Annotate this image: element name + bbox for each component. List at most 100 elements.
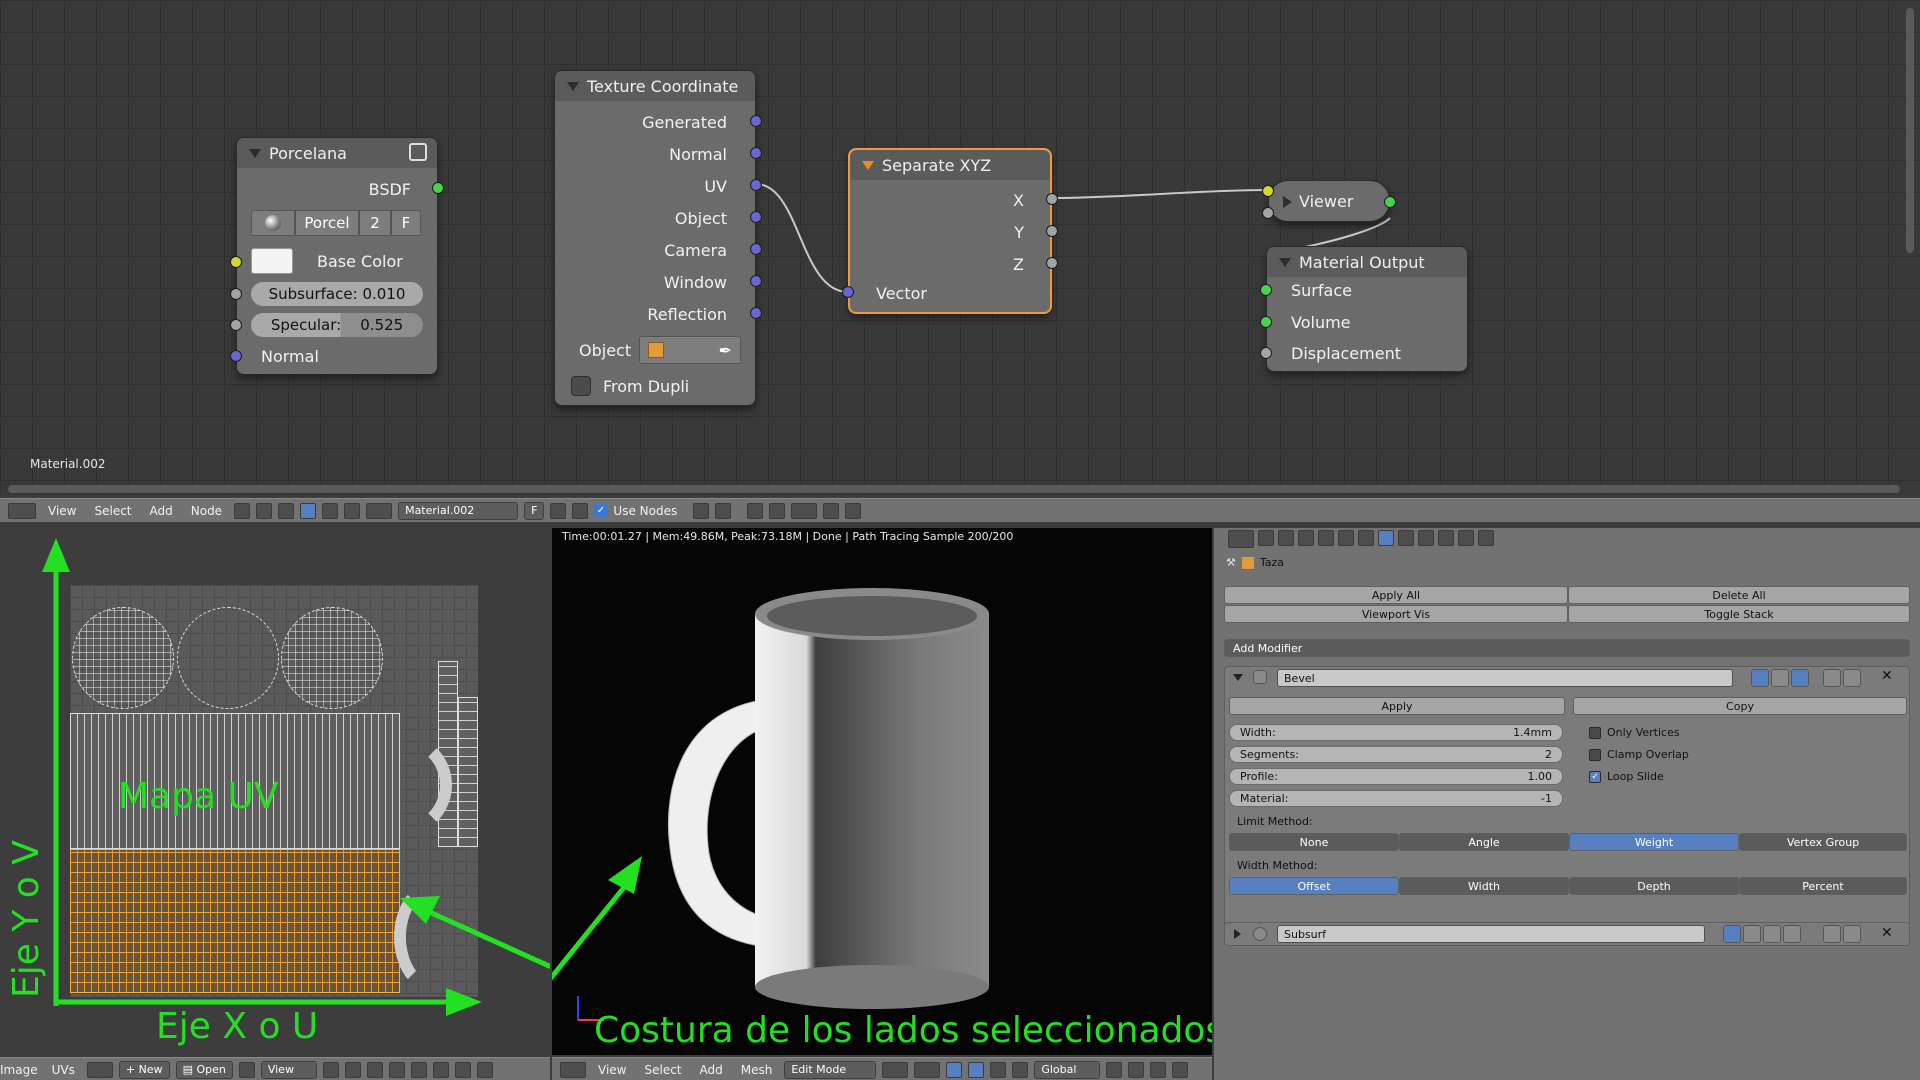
limit-none-button[interactable]: None — [1229, 833, 1399, 851]
editmode-toggle-icon[interactable] — [1791, 669, 1809, 687]
viewport-toggle-icon[interactable] — [1743, 925, 1761, 943]
uv-image-editor[interactable]: Mapa UV Eje Y o V Eje X o U — [0, 528, 550, 1055]
limit-angle-button[interactable]: Angle — [1399, 833, 1569, 851]
z-socket[interactable] — [1046, 257, 1058, 269]
sticky-mode-icon[interactable] — [432, 1061, 449, 1078]
horizontal-scrollbar[interactable] — [8, 485, 1900, 493]
material-slot-icon[interactable] — [366, 502, 393, 519]
vector-input-socket[interactable] — [842, 286, 854, 298]
face-select-icon[interactable] — [410, 1061, 427, 1078]
viewport-toggle-icon[interactable] — [1771, 669, 1789, 687]
cage-toggle-icon[interactable] — [1783, 925, 1801, 943]
profile-slider[interactable]: Profile: 1.00 — [1229, 768, 1563, 785]
line-style-icon[interactable] — [344, 502, 361, 519]
modifiers-tab-icon[interactable] — [1378, 530, 1394, 546]
texture-nodes-icon[interactable] — [278, 502, 295, 519]
properties-editor[interactable]: ⚒ Taza Apply All Delete All Viewport Vis… — [1214, 528, 1920, 1080]
material-users-count[interactable]: 2 — [359, 210, 391, 236]
paste-nodes-icon[interactable] — [845, 502, 862, 519]
3d-viewport-rendered[interactable]: Time:00:01.27 | Mem:49.86M, Peak:73.18M … — [552, 528, 1212, 1055]
fake-user-toggle[interactable]: F — [524, 501, 545, 520]
manipulator-icon[interactable] — [946, 1061, 963, 1078]
material-datablock[interactable]: Porcel 2 F — [251, 210, 425, 236]
open-image-button[interactable]: ▤ Open — [175, 1060, 233, 1079]
width-percent-button[interactable]: Percent — [1739, 877, 1907, 895]
surface-input-socket[interactable] — [1260, 284, 1272, 296]
displacement-input-socket[interactable] — [1260, 347, 1272, 359]
viewport-vis-button[interactable]: Viewport Vis — [1224, 605, 1568, 623]
object-socket[interactable] — [750, 211, 762, 223]
collapse-triangle-icon[interactable] — [249, 148, 261, 158]
remove-modifier-icon[interactable]: ✕ — [1881, 925, 1893, 941]
delete-all-button[interactable]: Delete All — [1568, 586, 1910, 604]
collapse-triangle-icon[interactable] — [1279, 257, 1291, 267]
bevel-name-field[interactable]: Bevel — [1277, 669, 1733, 687]
menu-select[interactable]: Select — [638, 1063, 687, 1077]
texture-tab-icon[interactable] — [1438, 530, 1454, 546]
reflection-socket[interactable] — [750, 307, 762, 319]
material-slider[interactable]: Material: -1 — [1229, 790, 1563, 807]
proportional-edit-icon[interactable] — [454, 1061, 471, 1078]
viewer-input-socket-2[interactable] — [1262, 207, 1274, 219]
sync-selection-icon[interactable] — [344, 1061, 361, 1078]
render-layers-tab-icon[interactable] — [1278, 530, 1294, 546]
snap-icon[interactable] — [693, 502, 710, 519]
editor-type-icon[interactable] — [1228, 530, 1254, 548]
menu-uvs[interactable]: UVs — [46, 1063, 81, 1077]
world-shader-icon[interactable] — [322, 502, 339, 519]
limit-vertex-group-button[interactable]: Vertex Group — [1739, 833, 1907, 851]
physics-tab-icon[interactable] — [1478, 530, 1494, 546]
use-nodes-checkbox[interactable]: ✓ — [594, 504, 608, 517]
menu-mesh[interactable]: Mesh — [735, 1063, 779, 1077]
editmode-toggle-icon[interactable] — [1763, 925, 1781, 943]
normal-socket[interactable] — [230, 350, 242, 362]
node-header[interactable]: Material Output — [1267, 247, 1467, 277]
new-image-button[interactable]: + New — [118, 1060, 170, 1079]
base-color-socket[interactable] — [230, 256, 242, 268]
menu-image[interactable]: Image — [0, 1063, 40, 1077]
volume-input-socket[interactable] — [1260, 316, 1272, 328]
node-header[interactable]: Porcelana — [237, 138, 437, 168]
material-name-field[interactable]: Porcel — [295, 210, 359, 236]
width-slider[interactable]: Width: 1.4mm — [1229, 724, 1563, 741]
pin-icon[interactable] — [238, 1061, 255, 1078]
checkbox-box[interactable] — [1589, 726, 1601, 739]
move-down-icon[interactable] — [1843, 669, 1861, 687]
specular-socket[interactable] — [230, 319, 242, 331]
pin-icon[interactable] — [715, 502, 732, 519]
width-width-button[interactable]: Width — [1399, 877, 1569, 895]
remove-modifier-icon[interactable]: ✕ — [1881, 668, 1893, 684]
backdrop-icon[interactable] — [747, 502, 764, 519]
menu-add[interactable]: Add — [694, 1063, 729, 1077]
node-header[interactable]: Texture Coordinate — [555, 71, 755, 101]
move-up-icon[interactable] — [1823, 925, 1841, 943]
translate-icon[interactable] — [968, 1061, 985, 1078]
base-color-swatch[interactable] — [251, 248, 293, 274]
view-mode-dropdown[interactable]: View — [260, 1060, 317, 1079]
pin-icon[interactable]: ⚒ — [1226, 556, 1236, 569]
constraints-tab-icon[interactable] — [1358, 530, 1374, 546]
move-up-icon[interactable] — [1823, 669, 1841, 687]
add-material-icon[interactable] — [550, 502, 567, 519]
collapse-arrow-icon[interactable] — [1233, 674, 1243, 681]
node-porcelana[interactable]: Porcelana BSDF Porcel 2 F Base Color Sub… — [230, 137, 444, 375]
viewer-input-socket[interactable] — [1262, 185, 1274, 197]
move-down-icon[interactable] — [1843, 925, 1861, 943]
unlink-material-icon[interactable] — [572, 502, 589, 519]
edge-select-icon[interactable] — [1128, 1061, 1145, 1078]
viewer-output-socket[interactable] — [1384, 196, 1396, 208]
node-separate-xyz[interactable]: Separate XYZ X Y Z Vector — [842, 148, 1058, 314]
material-name-field[interactable]: Material.002 — [398, 501, 519, 520]
subsurf-name-field[interactable]: Subsurf — [1277, 925, 1705, 943]
apply-all-button[interactable]: Apply All — [1224, 586, 1568, 604]
vertical-scrollbar[interactable] — [1906, 8, 1914, 253]
from-dupli-checkbox[interactable] — [571, 376, 591, 396]
node-header[interactable]: Separate XYZ — [850, 150, 1050, 180]
menu-view[interactable]: View — [42, 504, 82, 518]
checkbox-box[interactable]: ✓ — [1589, 770, 1601, 783]
limit-weight-button[interactable]: Weight — [1569, 833, 1739, 851]
viewer-expand-icon[interactable] — [1283, 196, 1292, 208]
edge-select-icon[interactable] — [388, 1061, 405, 1078]
y-socket[interactable] — [1046, 225, 1058, 237]
subsurface-slider[interactable]: Subsurface: 0.010 — [251, 282, 423, 306]
